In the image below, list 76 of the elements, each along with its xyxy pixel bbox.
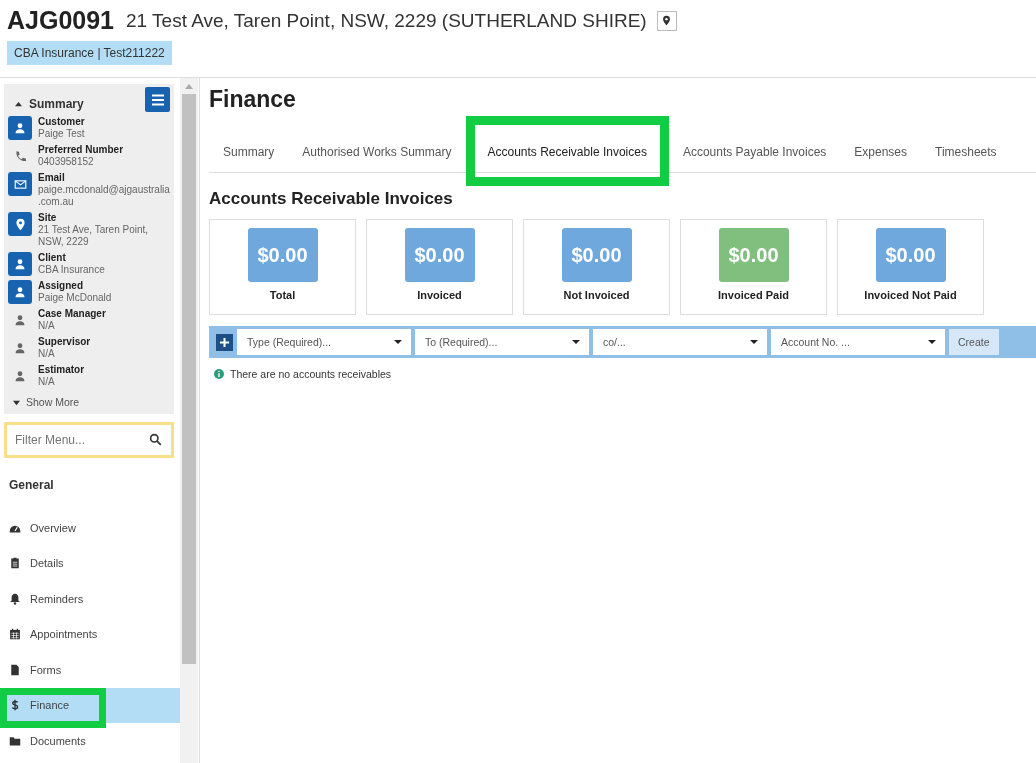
scroll-thumb[interactable] <box>182 94 196 664</box>
nav-item[interactable]: Overview <box>0 510 180 546</box>
dollar-icon <box>9 699 21 712</box>
dropdown[interactable]: Type (Required)... <box>237 329 411 355</box>
card-label: Total <box>269 289 296 301</box>
create-button[interactable]: Create <box>949 329 999 355</box>
nav-item[interactable]: Appointments <box>0 616 180 652</box>
card-label: Not Invoiced <box>563 289 630 301</box>
summary-value: N/A <box>38 376 56 388</box>
nav-item[interactable]: Details <box>0 545 180 581</box>
dropdown[interactable]: Account No. ... <box>771 329 945 355</box>
bell-icon <box>9 592 21 605</box>
amount-badge: $0.00 <box>247 228 318 282</box>
map-pin-icon <box>661 15 673 26</box>
folder-icon <box>9 734 21 747</box>
nav-item[interactable]: Forms <box>0 652 180 688</box>
map-pin-button[interactable] <box>656 10 677 31</box>
summary-label: Case Manager <box>38 308 106 320</box>
amount-badge: $0.00 <box>561 228 632 282</box>
summary-value: paige.mcdonald@ajgaustralia.com.au <box>38 184 170 208</box>
summary-value: N/A <box>38 320 56 332</box>
caret-icon <box>13 398 20 406</box>
info-icon <box>214 369 224 379</box>
job-address: 21 Test Ave, Taren Point, NSW, 2229 (SUTHERLAND SHIRE) <box>126 9 647 32</box>
summary-label: Email <box>38 172 66 184</box>
nav-item[interactable]: Reminders <box>0 581 180 617</box>
summary-value: N/A <box>38 348 56 360</box>
summary-toggle[interactable]: Summary <box>15 97 84 111</box>
clipboard-icon <box>9 557 21 570</box>
tab[interactable]: Accounts Payable Invoices <box>668 132 841 172</box>
plus-icon <box>219 336 230 348</box>
calendar-icon <box>9 628 21 641</box>
summary-label: Customer <box>38 116 85 128</box>
card-label: Invoiced Not Paid <box>864 289 957 301</box>
summary-label: Estimator <box>38 364 85 376</box>
summary-value: 0403958152 <box>38 156 95 168</box>
caret-icon <box>750 339 758 345</box>
search-icon <box>149 433 162 446</box>
show-more-link[interactable]: Show More <box>13 396 80 408</box>
menu-icon <box>149 91 166 108</box>
filter-field[interactable]: Filter Menu... <box>4 422 174 458</box>
client-tag: CBA Insurance | Test211222 <box>7 41 172 65</box>
amount-badge: $0.00 <box>404 228 475 282</box>
page-title: Finance <box>209 86 297 114</box>
summary-value: 21 Test Ave, Taren Point, NSW, 2229 <box>38 224 150 248</box>
section-title: Accounts Receivable Invoices <box>209 189 454 209</box>
collapse-caret-icon <box>15 100 22 108</box>
add-button[interactable] <box>216 333 233 351</box>
summary-value: Paige McDonald <box>38 292 112 304</box>
nav-heading: General <box>9 478 55 492</box>
tab[interactable]: Summary <box>209 132 289 172</box>
caret-icon <box>572 339 580 345</box>
summary-value: CBA Insurance <box>38 264 105 276</box>
summary-value: Paige Test <box>38 128 85 140</box>
caret-icon <box>928 339 936 345</box>
card-label: Invoiced Paid <box>718 289 789 301</box>
nav-item[interactable]: Documents <box>0 723 180 759</box>
summary-label: Client <box>38 252 67 264</box>
menu-button[interactable] <box>145 87 170 112</box>
summary-label: Preferred Number <box>38 144 124 156</box>
dropdown[interactable]: To (Required)... <box>415 329 589 355</box>
caret-icon <box>394 339 402 345</box>
tab[interactable]: Expenses <box>840 132 922 172</box>
amount-badge: $0.00 <box>875 228 946 282</box>
summary-label: Supervisor <box>38 336 91 348</box>
card-label: Invoiced <box>417 289 462 301</box>
amount-badge: $0.00 <box>718 228 789 282</box>
tab[interactable]: Accounts Receivable Invoices <box>465 132 669 172</box>
tab[interactable]: Timesheets <box>921 132 1011 172</box>
tab[interactable]: Authorised Works Summary <box>288 132 466 172</box>
empty-message: There are no accounts receivables <box>230 368 392 380</box>
summary-label: Assigned <box>38 280 84 292</box>
dropdown[interactable]: co/... <box>593 329 767 355</box>
file-icon <box>9 663 21 676</box>
job-number: AJG0091 <box>7 6 115 35</box>
summary-label: Site <box>38 212 58 224</box>
